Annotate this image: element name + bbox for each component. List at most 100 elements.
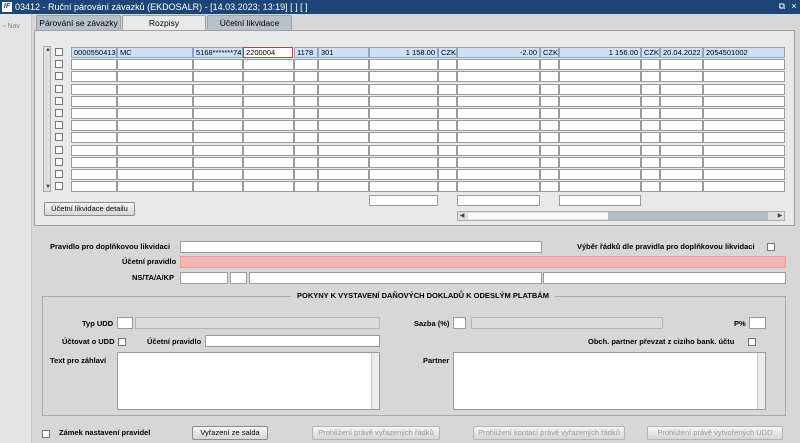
row-checkbox[interactable] bbox=[55, 157, 63, 166]
table-cell[interactable] bbox=[703, 59, 785, 71]
row-checkbox[interactable] bbox=[55, 109, 63, 117]
table-cell[interactable] bbox=[641, 120, 660, 132]
table-cell[interactable] bbox=[243, 169, 294, 180]
cell-code2[interactable]: 301 bbox=[318, 47, 369, 58]
table-cell[interactable] bbox=[318, 95, 369, 107]
table-cell[interactable] bbox=[193, 83, 243, 95]
table-cell[interactable] bbox=[660, 156, 703, 168]
table-cell[interactable] bbox=[703, 181, 785, 193]
table-cell[interactable] bbox=[243, 156, 294, 168]
restore-icon[interactable]: ⧉ bbox=[777, 1, 787, 12]
row-checkbox[interactable] bbox=[55, 121, 63, 130]
table-cell[interactable] bbox=[369, 120, 438, 132]
table-cell[interactable] bbox=[318, 144, 369, 156]
table-cell[interactable] bbox=[457, 59, 540, 71]
table-cell[interactable] bbox=[641, 71, 660, 83]
view-excluded-rows-button[interactable]: Prohlížení právě vyřazených řádků bbox=[312, 426, 440, 440]
table-cell[interactable] bbox=[457, 156, 540, 168]
table-cell[interactable] bbox=[540, 156, 559, 168]
cell-currency1[interactable]: CZK bbox=[438, 47, 457, 58]
table-cell[interactable] bbox=[559, 108, 641, 119]
table-cell[interactable] bbox=[559, 181, 641, 193]
table-cell[interactable] bbox=[641, 156, 660, 168]
close-icon[interactable]: × bbox=[789, 1, 799, 12]
table-cell[interactable] bbox=[540, 95, 559, 107]
table-cell[interactable] bbox=[294, 83, 318, 95]
table-cell[interactable] bbox=[438, 144, 457, 156]
table-cell[interactable] bbox=[559, 120, 641, 132]
row-checkbox[interactable] bbox=[55, 84, 63, 93]
table-cell[interactable] bbox=[369, 59, 438, 71]
table-cell[interactable] bbox=[660, 71, 703, 83]
accounting-detail-button[interactable]: Účetní likvidace detailu bbox=[44, 202, 135, 216]
table-cell[interactable] bbox=[117, 144, 193, 156]
cell-number[interactable]: 2054501002 bbox=[703, 47, 785, 58]
table-cell[interactable] bbox=[369, 108, 438, 119]
table-cell[interactable] bbox=[703, 169, 785, 180]
table-cell[interactable] bbox=[71, 120, 117, 132]
table-cell[interactable] bbox=[117, 108, 193, 119]
percent-input[interactable] bbox=[749, 317, 766, 329]
table-cell[interactable] bbox=[369, 132, 438, 144]
row-checkbox[interactable] bbox=[55, 145, 63, 154]
tab-ucetni-likvidace[interactable]: Účetní likvidace bbox=[207, 15, 292, 30]
cell-amount1[interactable]: 1 158.00 bbox=[369, 47, 438, 58]
table-cell[interactable] bbox=[559, 132, 641, 144]
table-cell[interactable] bbox=[369, 169, 438, 180]
table-cell[interactable] bbox=[438, 59, 457, 71]
table-cell[interactable] bbox=[243, 108, 294, 119]
table-cell[interactable] bbox=[703, 108, 785, 119]
table-cell[interactable] bbox=[660, 108, 703, 119]
table-cell[interactable] bbox=[641, 59, 660, 71]
partner-textarea[interactable] bbox=[453, 352, 766, 410]
table-cell[interactable] bbox=[703, 120, 785, 132]
table-cell[interactable] bbox=[243, 83, 294, 95]
table-cell[interactable] bbox=[641, 95, 660, 107]
table-cell[interactable] bbox=[641, 169, 660, 180]
table-cell[interactable] bbox=[660, 83, 703, 95]
table-cell[interactable] bbox=[540, 181, 559, 193]
row-checkbox[interactable] bbox=[55, 170, 63, 178]
table-cell[interactable] bbox=[71, 83, 117, 95]
rule-input[interactable] bbox=[180, 241, 542, 253]
table-cell[interactable] bbox=[193, 95, 243, 107]
table-cell[interactable] bbox=[117, 132, 193, 144]
table-cell[interactable] bbox=[193, 144, 243, 156]
table-cell[interactable] bbox=[294, 71, 318, 83]
table-cell[interactable] bbox=[193, 71, 243, 83]
table-cell[interactable] bbox=[117, 181, 193, 193]
cell-ref[interactable]: 2200004 bbox=[243, 47, 293, 58]
table-cell[interactable] bbox=[193, 169, 243, 180]
table-cell[interactable] bbox=[703, 144, 785, 156]
table-cell[interactable] bbox=[457, 169, 540, 180]
clear-balance-button[interactable]: Vyřazení ze salda bbox=[192, 426, 268, 440]
ns-input[interactable] bbox=[180, 272, 228, 284]
table-cell[interactable] bbox=[457, 95, 540, 107]
uctovat-checkbox[interactable] bbox=[118, 338, 126, 346]
row-checkbox[interactable] bbox=[55, 182, 63, 191]
table-cell[interactable] bbox=[559, 95, 641, 107]
scroll-left-icon[interactable]: ◀ bbox=[458, 212, 466, 220]
table-cell[interactable] bbox=[294, 120, 318, 132]
table-cell[interactable] bbox=[243, 132, 294, 144]
partner-scrollbar[interactable] bbox=[757, 353, 765, 409]
scroll-thumb[interactable] bbox=[608, 212, 768, 220]
table-cell[interactable] bbox=[294, 181, 318, 193]
table-cell[interactable] bbox=[318, 156, 369, 168]
table-cell[interactable] bbox=[243, 120, 294, 132]
table-cell[interactable] bbox=[438, 83, 457, 95]
table-cell[interactable] bbox=[294, 132, 318, 144]
table-cell[interactable] bbox=[559, 71, 641, 83]
table-cell[interactable] bbox=[703, 132, 785, 144]
table-cell[interactable] bbox=[193, 108, 243, 119]
table-cell[interactable] bbox=[660, 95, 703, 107]
table-cell[interactable] bbox=[438, 108, 457, 119]
typ-udd-input[interactable] bbox=[117, 317, 133, 329]
table-cell[interactable] bbox=[117, 95, 193, 107]
table-cell[interactable] bbox=[294, 156, 318, 168]
table-cell[interactable] bbox=[369, 83, 438, 95]
table-cell[interactable] bbox=[457, 144, 540, 156]
scroll-track[interactable] bbox=[468, 213, 608, 219]
table-cell[interactable] bbox=[193, 132, 243, 144]
table-cell[interactable] bbox=[540, 144, 559, 156]
